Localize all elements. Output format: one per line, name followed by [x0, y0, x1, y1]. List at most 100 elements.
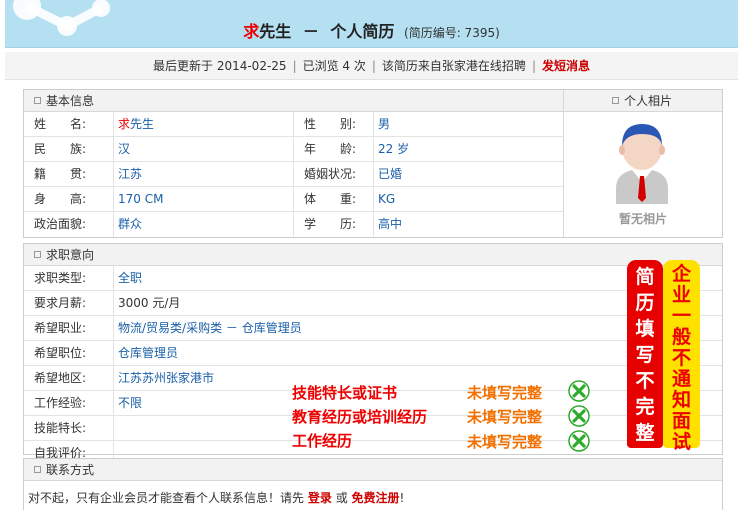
collapse-toggle-icon: [612, 97, 619, 104]
basic-info-header: 基本信息: [24, 90, 564, 112]
missing-item-label: 教育经历或培训经历: [292, 408, 428, 426]
send-message-link[interactable]: 发短消息: [542, 59, 590, 73]
title-dash: －: [302, 22, 319, 41]
collapse-toggle-icon: [34, 251, 41, 258]
page-header: 求先生 － 个人简历 (简历编号: 7395): [5, 0, 738, 48]
banner-char: 历: [635, 292, 655, 314]
banner-char: 完: [635, 396, 655, 418]
info-row: 姓 名: 求先生 性 别: 男: [24, 112, 564, 137]
incomplete-resume-banner: 简 历 填 写 不 完 整: [627, 260, 663, 448]
contact-notice: 对不起，只有企业会员才能查看个人联系信息！请先 登录 或 免费注册!: [24, 481, 722, 506]
collapse-toggle-icon: [34, 466, 41, 473]
title-text: 个人简历: [330, 22, 395, 41]
missing-item-label: 工作经历: [292, 432, 353, 450]
field-label: 求职类型:: [24, 266, 114, 290]
field-label: 政治面貌:: [24, 212, 114, 237]
field-label: 体 重:: [294, 187, 374, 211]
section-title: 求职意向: [46, 248, 95, 262]
photo-panel: 个人相片 暂无相片: [563, 90, 722, 237]
resume-number: (简历编号: 7395): [404, 26, 500, 40]
surname-highlight: 求: [118, 117, 131, 131]
field-label: 身 高:: [24, 187, 114, 211]
incomplete-status: 未填写完整: [467, 433, 543, 451]
field-label: 籍 贯:: [24, 162, 114, 186]
login-link[interactable]: 登录: [308, 491, 332, 505]
field-label: 技能特长:: [24, 416, 114, 440]
contact-section: 联系方式 对不起，只有企业会员才能查看个人联系信息！请先 登录 或 免费注册!: [23, 458, 723, 510]
field-value: 已婚: [378, 167, 403, 181]
banner-char: 填: [635, 318, 655, 340]
view-count: 已浏览 4 次: [302, 59, 366, 73]
field-value: 22 岁: [378, 142, 410, 156]
banner-char: 写: [635, 344, 655, 366]
x-mark-icon: [568, 430, 590, 452]
title-name: 先生: [259, 22, 292, 41]
intent-row: 希望职位: 仓库管理员: [24, 341, 722, 366]
separator: |: [292, 59, 297, 73]
field-value: 170 CM: [114, 187, 294, 211]
section-title: 基本信息: [46, 94, 95, 108]
separator: |: [371, 59, 376, 73]
job-intent-header: 求职意向: [24, 244, 722, 266]
field-label: 希望职业:: [24, 316, 114, 340]
last-updated: 最后更新于 2014-02-25: [153, 59, 287, 73]
banner-char: 一: [671, 305, 691, 327]
field-label: 姓 名:: [24, 112, 114, 136]
basic-info-grid: 基本信息 姓 名: 求先生 性 别: 男 民 族: 汉 年 龄: 22 岁 籍 …: [24, 90, 564, 237]
field-value: KG: [378, 192, 396, 206]
section-title: 联系方式: [46, 463, 95, 477]
page-title: 求先生 － 个人简历 (简历编号: 7395): [5, 18, 738, 42]
title-surname: 求: [243, 22, 260, 41]
photo-header: 个人相片: [564, 90, 722, 112]
banner-char: 简: [635, 266, 655, 288]
resume-source: 该简历来自张家港在线招聘: [381, 59, 526, 73]
field-label: 婚姻状况:: [294, 162, 374, 186]
field-value: 江苏: [114, 162, 294, 186]
field-label: 年 龄:: [294, 137, 374, 161]
info-row: 身 高: 170 CM 体 重: KG: [24, 187, 564, 212]
field-value: 求先生: [114, 112, 294, 136]
field-label: 希望地区:: [24, 366, 114, 390]
default-avatar-icon: [616, 124, 668, 204]
incomplete-status: 未填写完整: [467, 384, 543, 402]
incomplete-status: 未填写完整: [467, 408, 543, 426]
x-mark-icon: [568, 405, 590, 427]
register-link[interactable]: 免费注册: [352, 491, 400, 505]
info-row: 民 族: 汉 年 龄: 22 岁: [24, 137, 564, 162]
resume-meta-bar: 最后更新于 2014-02-25 | 已浏览 4 次 | 该简历来自张家港在线招聘 | 发短…: [5, 52, 738, 80]
banner-char: 般: [671, 326, 691, 348]
section-title: 个人相片: [624, 94, 673, 108]
info-row: 籍 贯: 江苏 婚姻状况: 已婚: [24, 162, 564, 187]
contact-header: 联系方式: [24, 459, 722, 481]
separator: |: [531, 59, 536, 73]
banner-char: 不: [635, 370, 655, 392]
banner-char: 试: [671, 431, 691, 453]
field-value: 群众: [114, 212, 294, 237]
field-label: 民 族:: [24, 137, 114, 161]
intent-row: 要求月薪: 3000 元/月: [24, 291, 722, 316]
banner-char: 知: [671, 389, 691, 411]
banner-char: 通: [671, 368, 691, 390]
field-value: 汉: [114, 137, 294, 161]
notice-text: 对不起，只有企业会员才能查看个人联系信息！请先: [28, 491, 305, 505]
info-row: 政治面貌: 群众 学 历: 高中: [24, 212, 564, 237]
basic-info-section: 基本信息 姓 名: 求先生 性 别: 男 民 族: 汉 年 龄: 22 岁 籍 …: [23, 89, 723, 238]
or-text: 或: [335, 491, 348, 505]
banner-char: 业: [671, 284, 691, 306]
field-label: 要求月薪:: [24, 291, 114, 315]
banner-char: 面: [671, 410, 691, 432]
field-label: 工作经验:: [24, 391, 114, 415]
no-interview-banner: 企 业 一 般 不 通 知 面 试: [663, 260, 700, 453]
banner-char: 企: [671, 263, 691, 285]
x-mark-icon: [568, 380, 590, 402]
notice-end: !: [399, 491, 405, 505]
field-label: 学 历:: [294, 212, 374, 237]
field-label: 希望职位:: [24, 341, 114, 365]
intent-row: 求职类型: 全职: [24, 266, 722, 291]
field-value: 高中: [378, 217, 403, 231]
no-photo-label: 暂无相片: [618, 212, 667, 226]
missing-item-label: 技能特长或证书: [292, 384, 398, 402]
field-label: 性 别:: [294, 112, 374, 136]
banner-char: 不: [671, 347, 691, 369]
collapse-toggle-icon: [34, 97, 41, 104]
